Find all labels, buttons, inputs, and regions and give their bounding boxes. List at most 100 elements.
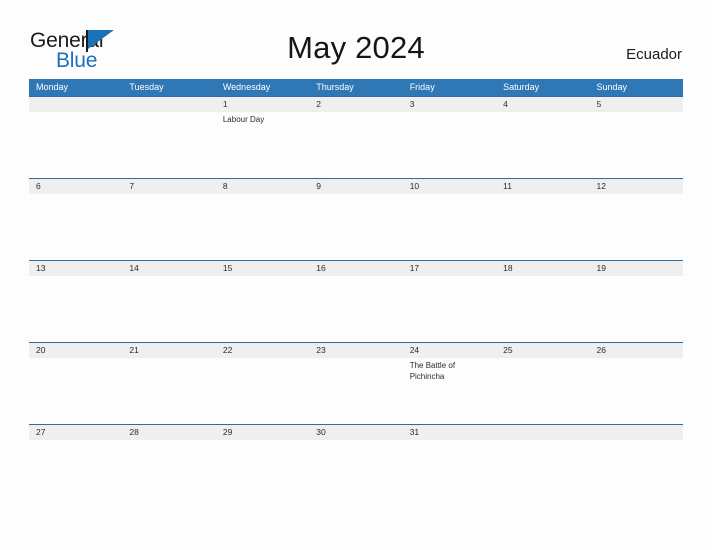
date-number[interactable]: 27 — [29, 425, 122, 440]
date-number[interactable]: 22 — [216, 343, 309, 358]
weekday-header-sunday: Sunday — [596, 82, 628, 92]
date-number[interactable]: 25 — [496, 343, 589, 358]
weekday-header-row: Monday Tuesday Wednesday Thursday Friday… — [29, 79, 683, 96]
day-cell[interactable] — [309, 112, 402, 178]
date-number[interactable]: 7 — [122, 179, 215, 194]
day-cell[interactable]: Labour Day — [216, 112, 309, 178]
day-cell[interactable] — [309, 440, 402, 506]
day-cell[interactable] — [309, 276, 402, 342]
week-event-band: Labour Day — [29, 112, 683, 178]
date-number[interactable]: 13 — [29, 261, 122, 276]
date-number[interactable]: 2 — [309, 97, 402, 112]
day-cell[interactable] — [590, 440, 683, 506]
date-number[interactable]: 5 — [590, 97, 683, 112]
day-cell[interactable] — [29, 276, 122, 342]
day-cell[interactable] — [122, 194, 215, 260]
date-number[interactable]: 16 — [309, 261, 402, 276]
day-cell[interactable] — [496, 112, 589, 178]
day-cell[interactable] — [122, 358, 215, 424]
date-number[interactable]: 28 — [122, 425, 215, 440]
date-number[interactable]: 14 — [122, 261, 215, 276]
date-number[interactable]: 3 — [403, 97, 496, 112]
date-number[interactable] — [29, 97, 122, 112]
date-number[interactable]: 19 — [590, 261, 683, 276]
week-date-band: 13 14 15 16 17 18 19 — [29, 261, 683, 276]
day-cell[interactable] — [403, 276, 496, 342]
event-label: The Battle of Pichincha — [409, 361, 456, 381]
day-cell[interactable] — [216, 194, 309, 260]
date-number[interactable]: 23 — [309, 343, 402, 358]
weekday-header-tuesday: Tuesday — [129, 82, 164, 92]
day-cell[interactable] — [590, 194, 683, 260]
day-cell[interactable] — [403, 440, 496, 506]
date-number[interactable]: 4 — [496, 97, 589, 112]
day-cell[interactable] — [29, 358, 122, 424]
week-date-band: 1 2 3 4 5 — [29, 97, 683, 112]
day-cell[interactable] — [122, 276, 215, 342]
event-label: Labour Day — [222, 115, 265, 124]
date-number[interactable]: 20 — [29, 343, 122, 358]
date-number[interactable]: 9 — [309, 179, 402, 194]
page-header: General Blue May 2024 Ecuador — [0, 0, 712, 76]
date-number[interactable]: 17 — [403, 261, 496, 276]
calendar-week-row: 13 14 15 16 17 18 19 — [29, 260, 683, 342]
date-number[interactable]: 11 — [496, 179, 589, 194]
country-label: Ecuador — [626, 46, 682, 63]
day-cell[interactable] — [309, 194, 402, 260]
week-event-band — [29, 194, 683, 260]
date-number[interactable]: 6 — [29, 179, 122, 194]
calendar-grid: Monday Tuesday Wednesday Thursday Friday… — [29, 79, 683, 506]
day-cell[interactable] — [216, 358, 309, 424]
date-number[interactable]: 15 — [216, 261, 309, 276]
calendar-week-row: 6 7 8 9 10 11 12 — [29, 178, 683, 260]
day-cell[interactable] — [29, 112, 122, 178]
week-event-band — [29, 440, 683, 506]
date-number[interactable]: 21 — [122, 343, 215, 358]
weekday-header-thursday: Thursday — [316, 82, 354, 92]
weekday-header-wednesday: Wednesday — [222, 82, 271, 92]
date-number[interactable] — [496, 425, 589, 440]
day-cell[interactable] — [496, 440, 589, 506]
calendar-week-row: 27 28 29 30 31 — [29, 424, 683, 506]
date-number[interactable]: 31 — [403, 425, 496, 440]
date-number[interactable]: 24 — [403, 343, 496, 358]
week-event-band — [29, 276, 683, 342]
weekday-header-saturday: Saturday — [503, 82, 540, 92]
day-cell[interactable] — [29, 440, 122, 506]
date-number[interactable] — [122, 97, 215, 112]
day-cell[interactable]: The Battle of Pichincha — [403, 358, 496, 424]
day-cell[interactable] — [216, 440, 309, 506]
week-date-band: 27 28 29 30 31 — [29, 425, 683, 440]
week-date-band: 20 21 22 23 24 25 26 — [29, 343, 683, 358]
date-number[interactable]: 10 — [403, 179, 496, 194]
date-number[interactable] — [590, 425, 683, 440]
page-title: May 2024 — [287, 30, 425, 65]
day-cell[interactable] — [590, 112, 683, 178]
day-cell[interactable] — [496, 194, 589, 260]
day-cell[interactable] — [216, 276, 309, 342]
date-number[interactable]: 12 — [590, 179, 683, 194]
day-cell[interactable] — [403, 194, 496, 260]
week-date-band: 6 7 8 9 10 11 12 — [29, 179, 683, 194]
day-cell[interactable] — [122, 440, 215, 506]
day-cell[interactable] — [122, 112, 215, 178]
week-event-band: The Battle of Pichincha — [29, 358, 683, 424]
date-number[interactable]: 26 — [590, 343, 683, 358]
date-number[interactable]: 18 — [496, 261, 589, 276]
day-cell[interactable] — [496, 276, 589, 342]
calendar-week-row: 20 21 22 23 24 25 26 The Battle of Pichi… — [29, 342, 683, 424]
day-cell[interactable] — [309, 358, 402, 424]
calendar-page: General Blue May 2024 Ecuador Monday Tue… — [0, 0, 712, 550]
day-cell[interactable] — [29, 194, 122, 260]
day-cell[interactable] — [590, 358, 683, 424]
date-number[interactable]: 8 — [216, 179, 309, 194]
day-cell[interactable] — [496, 358, 589, 424]
day-cell[interactable] — [403, 112, 496, 178]
calendar-week-row: 1 2 3 4 5 Labour Day — [29, 96, 683, 178]
day-cell[interactable] — [590, 276, 683, 342]
date-number[interactable]: 1 — [216, 97, 309, 112]
weekday-header-friday: Friday — [409, 82, 435, 92]
date-number[interactable]: 29 — [216, 425, 309, 440]
date-number[interactable]: 30 — [309, 425, 402, 440]
weekday-header-monday: Monday — [36, 82, 69, 92]
